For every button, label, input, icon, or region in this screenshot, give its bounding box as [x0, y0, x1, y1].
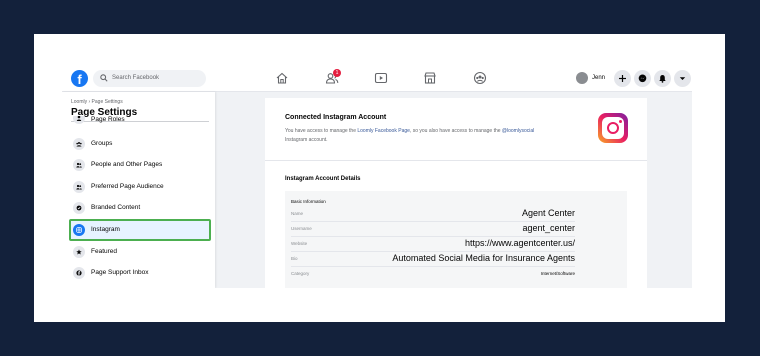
sidebar-item-preferred-page-audience[interactable]: Preferred Page Audience	[69, 177, 211, 197]
plus-icon	[619, 75, 626, 82]
user-name[interactable]: Jenn	[592, 73, 605, 83]
facebook-logo[interactable]: f	[71, 70, 88, 87]
sidebar-item-page-support-inbox[interactable]: Page Support Inbox	[69, 263, 211, 283]
sidebar-item-people-and-other-pages[interactable]: People and Other Pages	[69, 155, 211, 175]
instagram-settings-card: Connected Instagram Account You have acc…	[265, 98, 647, 288]
page-link[interactable]: Loomly Facebook Page	[357, 128, 410, 134]
notifications-button[interactable]	[654, 70, 671, 87]
detail-row-bio: Bio Automated Social Media for Insurance…	[291, 252, 575, 267]
notification-badge: 1	[333, 69, 341, 77]
people-icon	[73, 159, 85, 171]
detail-row-category: Category Internet/Software	[291, 267, 575, 282]
detail-row-username: Username agent_center	[291, 222, 575, 237]
avatar[interactable]	[576, 72, 588, 84]
details-heading: Basic Information	[291, 199, 326, 204]
account-menu-button[interactable]	[674, 70, 691, 87]
detail-value: Agent Center	[521, 208, 575, 218]
card-divider	[265, 160, 647, 161]
search-placeholder: Search Facebook	[112, 75, 160, 81]
detail-value: agent_center	[522, 223, 575, 233]
search-icon	[100, 74, 108, 82]
detail-row-name: Name Agent Center	[291, 207, 575, 222]
detail-row-website: Website https://www.agentcenter.us/	[291, 237, 575, 252]
detail-value: Internet/Software	[540, 271, 575, 276]
sidebar-item-instagram[interactable]: Instagram	[69, 219, 211, 241]
card-title: Connected Instagram Account	[285, 114, 387, 121]
marketplace-icon[interactable]	[423, 71, 437, 85]
detail-label: Website	[291, 241, 308, 246]
breadcrumb[interactable]: Loomly › Page Settings	[71, 98, 123, 106]
chevron-down-icon	[679, 77, 686, 80]
account-details-panel: Basic Information Name Agent Center User…	[285, 191, 627, 288]
sidebar-item-featured[interactable]: Featured	[69, 242, 211, 262]
sidebar-item-branded-content[interactable]: Branded Content	[69, 198, 211, 218]
detail-label: Username	[291, 226, 312, 231]
facebook-icon	[73, 267, 85, 279]
top-navigation-bar: f Search Facebook 1 Jenn	[62, 64, 692, 92]
sidebar-item-label: Featured	[91, 248, 118, 255]
badge-icon	[73, 202, 85, 214]
page-settings-sidebar: Loomly › Page Settings Page Settings Pag…	[62, 92, 215, 288]
card-description: You have access to manage the Loomly Fac…	[285, 128, 535, 143]
detail-value[interactable]: https://www.agentcenter.us/	[465, 237, 575, 249]
sidebar-item-groups[interactable]: Groups	[69, 134, 211, 154]
detail-label: Bio	[291, 256, 298, 261]
groups-nav-icon[interactable]	[473, 71, 487, 85]
bell-icon	[659, 75, 666, 83]
sidebar-item-page-roles[interactable]: Page Roles	[69, 116, 211, 130]
sidebar-item-label: Preferred Page Audience	[91, 183, 164, 190]
messenger-button[interactable]	[634, 70, 651, 87]
watch-icon[interactable]	[374, 71, 388, 85]
search-input[interactable]: Search Facebook	[93, 70, 206, 87]
home-icon[interactable]	[275, 71, 289, 85]
sidebar-item-label: Groups	[91, 140, 113, 147]
audience-icon	[73, 181, 85, 193]
detail-value: Automated Social Media for Insurance Age…	[392, 253, 575, 263]
section-title: Instagram Account Details	[285, 176, 361, 182]
instagram-logo-icon	[598, 113, 628, 143]
sidebar-item-label: Page Roles	[91, 116, 125, 123]
sidebar-item-label: Instagram	[91, 226, 120, 233]
groups-icon	[73, 138, 85, 150]
star-icon	[73, 246, 85, 258]
sidebar-item-label: Page Support Inbox	[91, 269, 149, 276]
detail-label: Category	[291, 271, 310, 276]
create-button[interactable]	[614, 70, 631, 87]
instagram-icon	[73, 224, 85, 236]
detail-label: Name	[291, 211, 304, 216]
user-key-icon	[73, 116, 85, 124]
messenger-icon	[638, 74, 647, 83]
instagram-account-link[interactable]: @loomlysocial	[502, 128, 534, 134]
sidebar-item-label: People and Other Pages	[91, 161, 163, 168]
facebook-app-window: f Search Facebook 1 Jenn Loomly › Page S…	[62, 64, 692, 288]
sidebar-item-label: Branded Content	[91, 204, 141, 211]
